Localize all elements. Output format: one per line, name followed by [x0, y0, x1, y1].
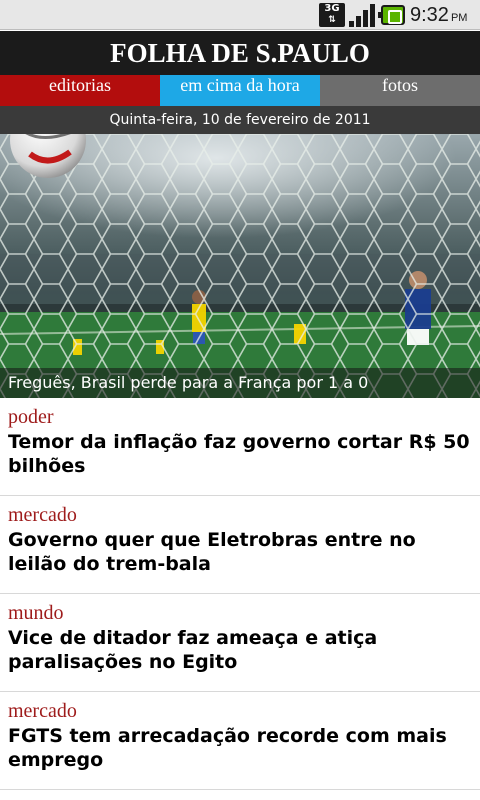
tab-editorias[interactable]: editorias [0, 75, 160, 106]
tab-bar: editorias em cima da hora fotos [0, 75, 480, 106]
news-list: poder Temor da inflação faz governo cort… [0, 398, 480, 790]
3g-data-icon: 3G ⇅ [319, 3, 345, 27]
date-line: Quinta-feira, 10 de fevereiro de 2011 [0, 106, 480, 134]
clock-ampm: PM [450, 12, 468, 24]
news-section: poder [8, 406, 54, 428]
soccer-stadium-image [0, 134, 480, 398]
news-section: mercado [8, 504, 77, 526]
tab-em-cima-da-hora[interactable]: em cima da hora [160, 75, 320, 106]
news-headline: FGTS tem arrecadação recorde com mais em… [8, 725, 447, 771]
hero-photo[interactable]: Freguês, Brasil perde para a França por … [0, 134, 480, 398]
news-headline: Temor da inflação faz governo cortar R$ … [8, 431, 470, 477]
signal-icon [349, 3, 375, 27]
status-bar: 3G ⇅ 9:32 PM [0, 0, 480, 30]
news-item[interactable]: mundo Vice de ditador faz ameaça e atiça… [0, 594, 480, 692]
data-arrows-icon: ⇅ [328, 15, 336, 25]
app-title: FOLHA DE S.PAULO [0, 31, 480, 75]
hero-caption: Freguês, Brasil perde para a França por … [0, 368, 480, 398]
news-headline: Vice de ditador faz ameaça e atiça paral… [8, 627, 378, 673]
news-item[interactable]: mercado Governo quer que Eletrobras entr… [0, 496, 480, 594]
news-section: mercado [8, 700, 77, 722]
clock-time: 9:32 [410, 4, 449, 26]
network-label: 3G [324, 3, 340, 14]
news-item[interactable]: poder Temor da inflação faz governo cort… [0, 398, 480, 496]
news-section: mundo [8, 602, 64, 624]
tab-fotos[interactable]: fotos [320, 75, 480, 106]
clock: 9:32 PM [410, 4, 478, 28]
battery-icon [378, 5, 405, 25]
news-item[interactable]: mercado FGTS tem arrecadação recorde com… [0, 692, 480, 790]
news-headline: Governo quer que Eletrobras entre no lei… [8, 529, 416, 575]
